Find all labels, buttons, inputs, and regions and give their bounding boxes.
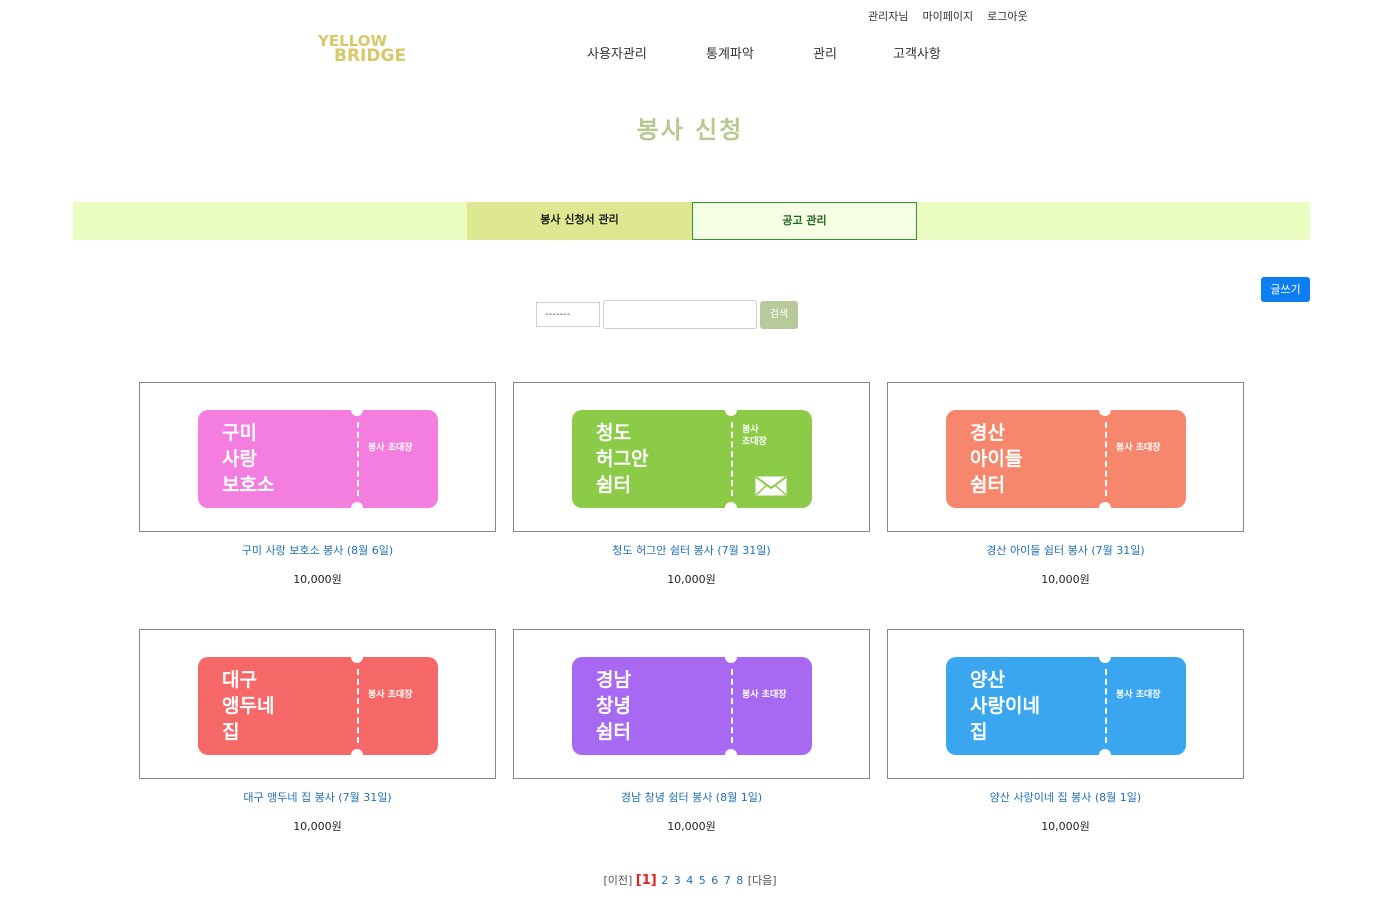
card-thumbnail[interactable]: 경남 창녕 쉼터 봉사 초대장 xyxy=(513,629,870,779)
card-title-link[interactable]: 경산 아이들 쉼터 봉사 (7월 31일) xyxy=(887,542,1244,558)
pagination: [이전] [1] 2 3 4 5 6 7 8 [다음] xyxy=(0,872,1380,888)
ticket-image: 구미 사랑 보호소 봉사 초대장 xyxy=(198,404,438,514)
card-price: 10,000원 xyxy=(1041,820,1090,833)
ticket-name: 경산 아이들 쉼터 xyxy=(970,422,1023,496)
page-link[interactable]: 8 xyxy=(736,874,743,887)
ticket-stub xyxy=(1104,657,1186,755)
card-price: 10,000원 xyxy=(1041,573,1090,586)
ticket-name: 경남 창녕 쉼터 xyxy=(596,669,631,743)
card-thumbnail[interactable]: 구미 사랑 보호소 봉사 초대장 xyxy=(139,382,496,532)
page-link[interactable]: 6 xyxy=(711,874,718,887)
card-title-link[interactable]: 구미 사랑 보호소 봉사 (8월 6일) xyxy=(139,542,496,558)
admin-user-link[interactable]: 관리자님 xyxy=(868,8,908,24)
search-button[interactable]: 검색 xyxy=(760,301,798,329)
ticket-notch xyxy=(351,651,363,663)
card[interactable]: 대구 앵두네 집 봉사 초대장대구 앵두네 집 봉사 (7월 31일) 10,000… xyxy=(139,629,496,834)
card-price: 10,000원 xyxy=(293,573,342,586)
search-type-select[interactable]: ------- xyxy=(536,302,600,327)
ticket-notch xyxy=(351,749,363,761)
top-links: 관리자님 마이페이지 로그아웃 xyxy=(868,8,1028,24)
write-button[interactable]: 글쓰기 xyxy=(1261,277,1310,302)
card[interactable]: 청도 허그안 쉼터 봉사 초대장청도 허그안 쉼터 봉사 (7월 31일) 10,0… xyxy=(513,382,870,587)
mypage-link[interactable]: 마이페이지 xyxy=(922,8,973,24)
card-price: 10,000원 xyxy=(293,820,342,833)
card-title-link[interactable]: 청도 허그안 쉼터 봉사 (7월 31일) xyxy=(513,542,870,558)
ticket-image: 경산 아이들 쉼터 봉사 초대장 xyxy=(946,404,1186,514)
ticket-notch xyxy=(351,404,363,416)
envelope-icon xyxy=(755,476,787,496)
card-title-link[interactable]: 경남 창녕 쉼터 봉사 (8월 1일) xyxy=(513,789,870,805)
ticket-stub-text: 봉사 초대장 xyxy=(742,425,767,447)
ticket-image: 대구 앵두네 집 봉사 초대장 xyxy=(198,651,438,761)
ticket-image: 양산 사랑이네 집 봉사 초대장 xyxy=(946,651,1186,761)
ticket-name: 대구 앵두네 집 xyxy=(222,669,275,743)
ticket-notch xyxy=(1099,749,1111,761)
nav-management[interactable]: 관리 xyxy=(813,43,837,62)
card[interactable]: 경남 창녕 쉼터 봉사 초대장경남 창녕 쉼터 봉사 (8월 1일) 10,000원 xyxy=(513,629,870,834)
card[interactable]: 양산 사랑이네 집 봉사 초대장양산 사랑이네 집 봉사 (8월 1일) 10,00… xyxy=(887,629,1244,834)
ticket-notch xyxy=(725,651,737,663)
ticket-notch xyxy=(1099,502,1111,514)
tab-application-management[interactable]: 봉사 신청서 관리 xyxy=(467,202,692,240)
ticket-stub xyxy=(356,410,438,508)
page-link[interactable]: 7 xyxy=(724,874,731,887)
prev-page-link[interactable]: [이전] xyxy=(603,874,632,887)
current-page: [1] xyxy=(635,873,657,888)
ticket-perforation xyxy=(357,669,359,743)
card[interactable]: 경산 아이들 쉼터 봉사 초대장경산 아이들 쉼터 봉사 (7월 31일) 10,0… xyxy=(887,382,1244,587)
card-price: 10,000원 xyxy=(667,820,716,833)
page-link[interactable]: 3 xyxy=(674,874,681,887)
ticket-perforation xyxy=(357,422,359,496)
logout-link[interactable]: 로그아웃 xyxy=(987,8,1027,24)
tab-notice-management[interactable]: 공고 관리 xyxy=(692,202,917,240)
logo-line2: BRIDGE xyxy=(334,46,407,66)
ticket-stub-text: 봉사 초대장 xyxy=(742,690,787,700)
ticket-stub xyxy=(730,657,812,755)
ticket-notch xyxy=(725,749,737,761)
card-thumbnail[interactable]: 경산 아이들 쉼터 봉사 초대장 xyxy=(887,382,1244,532)
ticket-notch xyxy=(351,502,363,514)
ticket-name: 청도 허그안 쉼터 xyxy=(596,422,649,496)
next-page-link[interactable]: [다음] xyxy=(748,874,777,887)
card-title-link[interactable]: 대구 앵두네 집 봉사 (7월 31일) xyxy=(139,789,496,805)
page-link[interactable]: 5 xyxy=(699,874,706,887)
ticket-perforation xyxy=(1105,669,1107,743)
page-link[interactable]: 4 xyxy=(686,874,693,887)
ticket-stub-text: 봉사 초대장 xyxy=(1116,443,1161,453)
card-thumbnail[interactable]: 양산 사랑이네 집 봉사 초대장 xyxy=(887,629,1244,779)
page-link[interactable]: 2 xyxy=(661,874,668,887)
card-thumbnail[interactable]: 대구 앵두네 집 봉사 초대장 xyxy=(139,629,496,779)
ticket-stub-text: 봉사 초대장 xyxy=(368,443,413,453)
ticket-notch xyxy=(1099,651,1111,663)
card-title-link[interactable]: 양산 사랑이네 집 봉사 (8월 1일) xyxy=(887,789,1244,805)
card-price: 10,000원 xyxy=(667,573,716,586)
ticket-image: 청도 허그안 쉼터 봉사 초대장 xyxy=(572,404,812,514)
ticket-name: 구미 사랑 보호소 xyxy=(222,422,275,496)
ticket-image: 경남 창녕 쉼터 봉사 초대장 xyxy=(572,651,812,761)
nav-user-management[interactable]: 사용자관리 xyxy=(587,43,647,62)
nav-customer[interactable]: 고객사항 xyxy=(893,43,941,62)
card[interactable]: 구미 사랑 보호소 봉사 초대장구미 사랑 보호소 봉사 (8월 6일) 10,00… xyxy=(139,382,496,587)
nav-statistics[interactable]: 통계파악 xyxy=(706,43,754,62)
ticket-notch xyxy=(725,502,737,514)
ticket-stub-text: 봉사 초대장 xyxy=(368,690,413,700)
ticket-stub xyxy=(356,657,438,755)
ticket-stub xyxy=(1104,410,1186,508)
logo[interactable]: YELLOW BRIDGE xyxy=(318,34,412,68)
card-thumbnail[interactable]: 청도 허그안 쉼터 봉사 초대장 xyxy=(513,382,870,532)
ticket-perforation xyxy=(731,422,733,496)
ticket-notch xyxy=(1099,404,1111,416)
ticket-notch xyxy=(725,404,737,416)
ticket-perforation xyxy=(1105,422,1107,496)
tab-bar: 봉사 신청서 관리 공고 관리 xyxy=(73,202,1310,240)
ticket-stub-text: 봉사 초대장 xyxy=(1116,690,1161,700)
search-input[interactable] xyxy=(603,300,757,329)
ticket-perforation xyxy=(731,669,733,743)
page-title: 봉사 신청 xyxy=(636,116,744,144)
ticket-name: 양산 사랑이네 집 xyxy=(970,669,1040,743)
